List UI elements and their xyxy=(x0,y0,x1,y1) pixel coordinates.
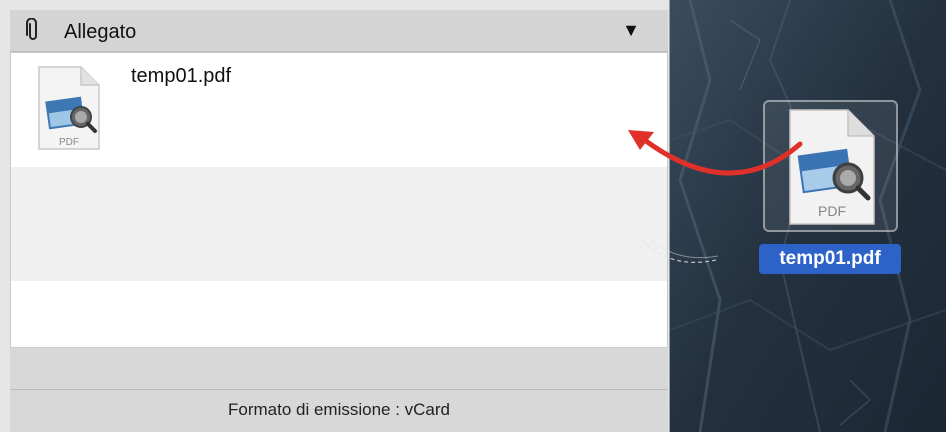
attachment-panel: Allegato ▼ PDF temp01.pdf Formato di emi… xyxy=(0,0,670,432)
dropdown-triangle-icon[interactable]: ▼ xyxy=(622,20,640,41)
pdf-file-icon: PDF xyxy=(38,66,100,150)
status-strip xyxy=(10,348,668,390)
paperclip-icon xyxy=(26,18,37,40)
empty-row xyxy=(11,167,667,281)
drag-direction-arrow xyxy=(628,130,803,263)
empty-row xyxy=(11,281,667,347)
attachment-list[interactable]: PDF temp01.pdf xyxy=(10,52,668,348)
pdf-icon-label: PDF xyxy=(59,137,79,148)
attachment-title: Allegato xyxy=(64,21,137,43)
pdf-icon-label: PDF xyxy=(818,203,846,219)
attachment-row[interactable]: PDF temp01.pdf xyxy=(11,53,667,167)
attachment-header[interactable]: Allegato ▼ xyxy=(10,10,668,52)
output-format-label: Formato di emissione : vCard xyxy=(227,400,451,419)
attachment-filename: temp01.pdf xyxy=(131,65,232,87)
footer-bar: Formato di emissione : vCard xyxy=(10,390,668,432)
